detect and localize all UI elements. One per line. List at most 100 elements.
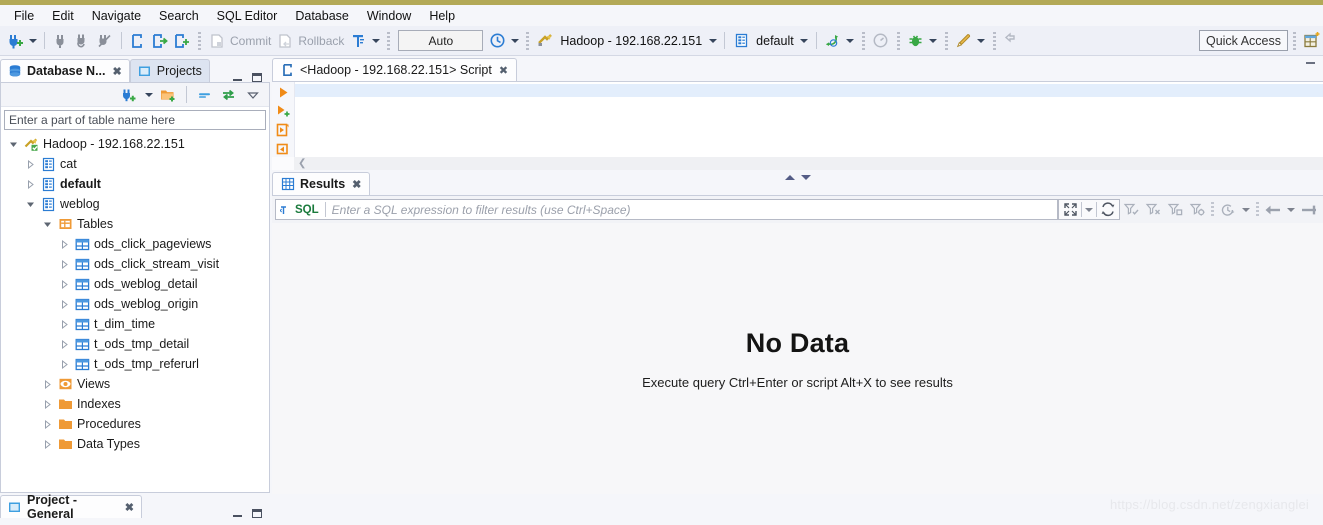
run-icon[interactable] — [953, 30, 975, 52]
tab-database-navigator[interactable]: Database N... ✖ — [0, 59, 130, 82]
link-editor-icon[interactable] — [218, 84, 240, 106]
new-connection-icon[interactable] — [4, 30, 26, 52]
twisty-collapsed-icon[interactable] — [58, 239, 71, 249]
tree-node[interactable]: cat — [3, 154, 269, 174]
view-menu-icon[interactable] — [242, 84, 264, 106]
quick-access-field[interactable]: Quick Access — [1198, 30, 1288, 51]
sync-icon[interactable] — [822, 30, 844, 52]
connection-name-label[interactable]: Hadoop - 192.168.22.151 — [556, 34, 706, 48]
tree-node[interactable]: Hadoop - 192.168.22.151 — [3, 134, 269, 154]
new-connection-dropdown-icon[interactable] — [142, 84, 155, 106]
minimize-icon[interactable] — [233, 79, 242, 81]
execute-expression-icon[interactable] — [274, 140, 292, 157]
tree-node[interactable]: Tables — [3, 214, 269, 234]
transaction-log-icon[interactable] — [486, 30, 508, 52]
collapse-all-icon[interactable] — [194, 84, 216, 106]
menu-item-navigate[interactable]: Navigate — [83, 6, 150, 26]
sync-dropdown-icon[interactable] — [844, 30, 857, 52]
history-dropdown-icon[interactable] — [1239, 199, 1253, 221]
menu-item-window[interactable]: Window — [358, 6, 420, 26]
new-connection-icon[interactable] — [118, 84, 140, 106]
results-filter-bar[interactable]: SQL Enter a SQL expression to filter res… — [275, 199, 1058, 220]
twisty-collapsed-icon[interactable] — [58, 339, 71, 349]
debug-icon[interactable] — [905, 30, 927, 52]
maximize-icon[interactable] — [252, 509, 262, 518]
new-folder-icon[interactable] — [157, 84, 179, 106]
twisty-collapsed-icon[interactable] — [41, 379, 54, 389]
menu-item-edit[interactable]: Edit — [43, 6, 83, 26]
nav-dropdown-icon[interactable] — [1284, 199, 1298, 221]
twisty-collapsed-icon[interactable] — [24, 179, 37, 189]
new-connection-dropdown-icon[interactable] — [26, 30, 39, 52]
close-icon[interactable]: ✖ — [125, 501, 134, 514]
tree-node[interactable]: t_ods_tmp_detail — [3, 334, 269, 354]
tree-node[interactable]: Data Types — [3, 434, 269, 454]
tree-node[interactable]: ods_weblog_origin — [3, 294, 269, 314]
twisty-collapsed-icon[interactable] — [24, 159, 37, 169]
execute-statement-icon[interactable] — [274, 84, 292, 101]
twisty-collapsed-icon[interactable] — [58, 359, 71, 369]
menu-item-database[interactable]: Database — [286, 6, 358, 26]
maximize-icon[interactable] — [1059, 199, 1081, 221]
tab-projects[interactable]: Projects — [129, 59, 210, 82]
results-filter-input[interactable]: Enter a SQL expression to filter results… — [332, 203, 1053, 217]
minimize-icon[interactable] — [233, 515, 242, 517]
execute-script-icon[interactable] — [274, 122, 292, 139]
menu-item-file[interactable]: File — [5, 6, 43, 26]
twisty-collapsed-icon[interactable] — [41, 399, 54, 409]
tree-node[interactable]: weblog — [3, 194, 269, 214]
toolbar-drag-handle[interactable] — [1256, 201, 1259, 218]
sql-editor-icon[interactable] — [127, 30, 149, 52]
close-icon[interactable]: ✖ — [352, 178, 361, 191]
table-name-filter-input[interactable]: Enter a part of table name here — [4, 110, 266, 130]
twisty-collapsed-icon[interactable] — [58, 319, 71, 329]
twisty-collapsed-icon[interactable] — [58, 299, 71, 309]
tree-node[interactable]: ods_click_stream_visit — [3, 254, 269, 274]
transaction-log-dropdown-icon[interactable] — [508, 30, 521, 52]
twisty-collapsed-icon[interactable] — [41, 419, 54, 429]
tab-results[interactable]: Results ✖ — [272, 172, 371, 195]
transaction-mode-dropdown-icon[interactable] — [369, 30, 382, 52]
twisty-expanded-icon[interactable] — [7, 140, 20, 149]
twisty-collapsed-icon[interactable] — [58, 279, 71, 289]
toolbar-drag-handle[interactable] — [1211, 201, 1214, 218]
toolbar-drag-handle[interactable] — [526, 31, 530, 50]
tab-project-general[interactable]: Project - General ✖ — [0, 493, 142, 521]
close-icon[interactable]: ✖ — [113, 65, 122, 78]
toolbar-drag-handle[interactable] — [1293, 31, 1296, 50]
schema-name-label[interactable]: default — [752, 34, 798, 48]
commit-mode-combo[interactable]: Auto — [398, 30, 484, 51]
transaction-mode-icon[interactable] — [347, 30, 369, 52]
dropdown-arrow-icon[interactable] — [1082, 199, 1096, 221]
schema-dropdown-icon[interactable] — [798, 30, 811, 52]
maximize-icon[interactable] — [252, 73, 262, 82]
twisty-expanded-icon[interactable] — [41, 220, 54, 229]
toolbar-drag-handle[interactable] — [896, 31, 900, 50]
twisty-collapsed-icon[interactable] — [58, 259, 71, 269]
menu-item-help[interactable]: Help — [420, 6, 464, 26]
twisty-expanded-icon[interactable] — [24, 200, 37, 209]
scroll-left-icon[interactable]: ❮ — [294, 158, 306, 169]
execute-new-tab-icon[interactable] — [274, 103, 292, 120]
connection-dropdown-icon[interactable] — [706, 30, 719, 52]
sql-editor-new-icon[interactable] — [149, 30, 171, 52]
toolbar-drag-handle[interactable] — [861, 31, 865, 50]
toolbar-drag-handle[interactable] — [992, 31, 996, 50]
perspective-icon[interactable] — [1301, 30, 1323, 52]
sql-text-area[interactable] — [294, 82, 1323, 157]
menu-item-sql-editor[interactable]: SQL Editor — [208, 6, 287, 26]
menu-item-search[interactable]: Search — [150, 6, 208, 26]
tree-node[interactable]: t_ods_tmp_referurl — [3, 354, 269, 374]
tree-node[interactable]: default — [3, 174, 269, 194]
debug-dropdown-icon[interactable] — [927, 30, 940, 52]
toolbar-drag-handle[interactable] — [944, 31, 948, 50]
twisty-collapsed-icon[interactable] — [41, 439, 54, 449]
editor-minimize-icon[interactable] — [1306, 62, 1315, 64]
editor-horizontal-scrollbar[interactable]: ❮ — [294, 157, 1323, 170]
tree-node[interactable]: t_dim_time — [3, 314, 269, 334]
toolbar-drag-handle[interactable] — [198, 31, 201, 50]
tab-sql-script[interactable]: <Hadoop - 192.168.22.151> Script ✖ — [272, 58, 518, 81]
tree-node[interactable]: Views — [3, 374, 269, 394]
tree-node[interactable]: ods_click_pageviews — [3, 234, 269, 254]
close-icon[interactable]: ✖ — [499, 64, 508, 77]
